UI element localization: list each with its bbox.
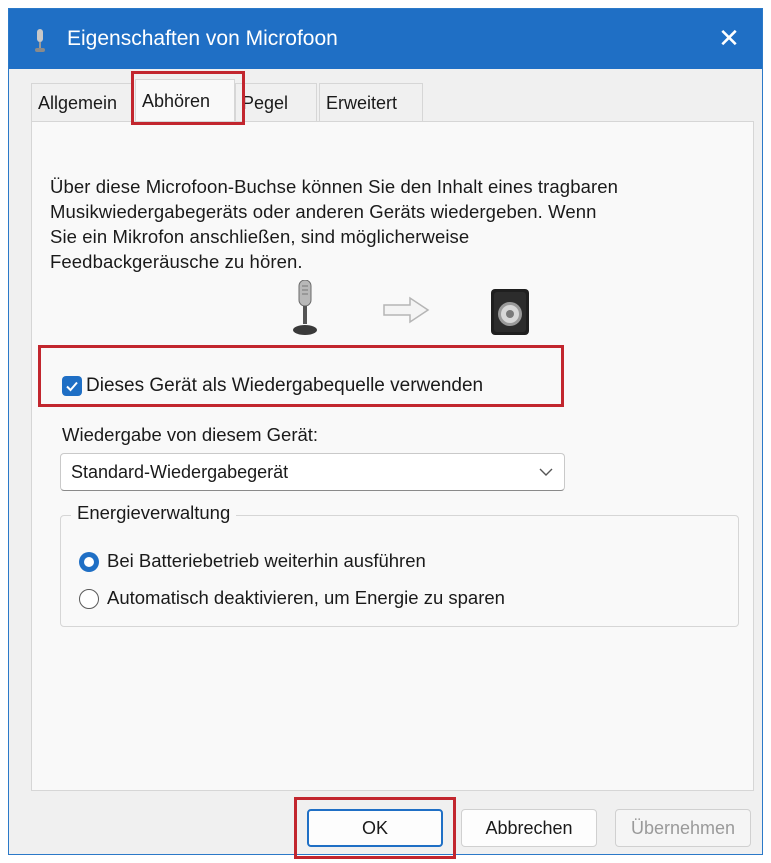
power-management-legend: Energieverwaltung	[71, 502, 237, 524]
window-title: Eigenschaften von Microfoon	[67, 27, 338, 50]
tab-label: Abhören	[142, 91, 211, 111]
use-as-source-checkbox[interactable]	[62, 376, 82, 396]
tab-label: Allgemein	[38, 93, 118, 113]
tab-label: Pegel	[242, 93, 289, 113]
microphone-app-icon	[35, 29, 45, 52]
use-as-source-label: Dieses Gerät als Wiedergabequelle verwen…	[86, 375, 484, 396]
tab-allgemein[interactable]: Allgemein	[31, 83, 133, 121]
apply-button[interactable]: Übernehmen	[615, 809, 751, 847]
playback-device-select[interactable]: Standard-Wiedergabegerät	[60, 453, 565, 491]
tab-label: Erweitert	[326, 93, 398, 113]
power-option-label: Bei Batteriebetrieb weiterhin ausführen	[107, 550, 426, 571]
title-bar: Eigenschaften von Microfoon ✕	[9, 9, 762, 69]
close-icon[interactable]: ✕	[714, 23, 744, 54]
power-management-group: Energieverwaltung Bei Batteriebetrieb we…	[60, 502, 739, 627]
playback-device-value: Standard-Wiedergabegerät	[71, 462, 289, 482]
tab-abhoeren[interactable]: Abhören	[135, 79, 235, 123]
power-option-label: Automatisch deaktivieren, um Energie zu …	[107, 587, 505, 608]
chevron-down-icon	[539, 468, 553, 476]
playback-device-label: Wiedergabe von diesem Gerät:	[62, 424, 319, 445]
arrow-right-icon	[383, 296, 430, 324]
microphone-icon	[293, 280, 317, 335]
listen-description: Über diese Microfoon-Buchse können Sie d…	[50, 176, 619, 272]
radio-button-unselected[interactable]	[79, 589, 99, 609]
ok-button[interactable]: OK	[307, 809, 443, 847]
tab-erweitert[interactable]: Erweitert	[319, 83, 423, 121]
speaker-icon	[491, 289, 529, 335]
radio-button-selected[interactable]	[79, 552, 99, 572]
tab-panel-abhoeren: Über diese Microfoon-Buchse können Sie d…	[31, 121, 754, 791]
checkmark-icon	[66, 381, 78, 392]
properties-dialog: Eigenschaften von Microfoon ✕ Allgemein …	[8, 8, 763, 855]
tab-pegel[interactable]: Pegel	[235, 83, 317, 121]
listen-illustration	[290, 280, 530, 340]
cancel-button[interactable]: Abbrechen	[461, 809, 597, 847]
